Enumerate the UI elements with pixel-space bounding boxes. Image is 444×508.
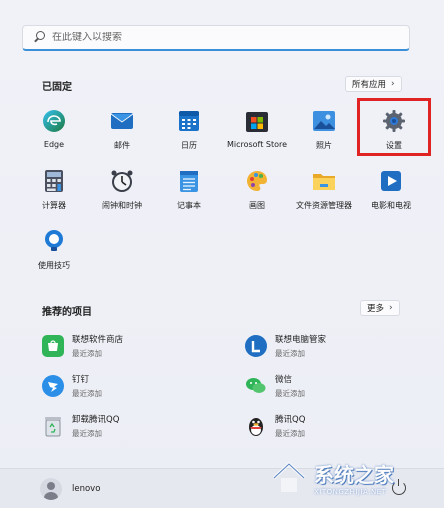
app-tips[interactable]: 使用技巧 (21, 222, 87, 276)
watermark-house-icon (272, 461, 306, 492)
watermark-url: XITONGZHIJIA.NET (314, 487, 387, 496)
recycle-bin-icon (42, 415, 64, 437)
app-label: 画图 (249, 201, 265, 210)
more-button[interactable]: 更多 › (360, 300, 400, 316)
item-name: 微信 (275, 375, 293, 385)
app-label: 日历 (181, 141, 197, 150)
item-subtitle: 最近添加 (275, 349, 305, 358)
recommended-item-dingtalk[interactable]: 钉钉 最近添加 (42, 372, 222, 400)
item-subtitle: 最近添加 (72, 349, 102, 358)
item-subtitle: 最近添加 (72, 429, 102, 438)
search-icon (33, 31, 46, 44)
app-edge[interactable]: Edge (21, 102, 87, 156)
app-calculator[interactable]: 计算器 (21, 162, 87, 216)
file-explorer-icon (311, 168, 337, 194)
recommended-item-lenovo-store[interactable]: 联想软件商店 最近添加 (42, 332, 222, 360)
recommended-item-wechat[interactable]: 微信 最近添加 (245, 372, 425, 400)
lenovo-store-icon (42, 335, 64, 357)
watermark-title: 系统之家 (314, 462, 394, 487)
settings-highlight-box (357, 98, 431, 156)
item-subtitle: 最近添加 (72, 389, 102, 398)
chevron-right-icon: › (389, 303, 393, 313)
qq-penguin-icon (245, 415, 267, 437)
app-label: 电影和电视 (371, 201, 411, 210)
app-file-explorer[interactable]: 文件资源管理器 (291, 162, 357, 216)
recommended-item-uninstall-qq[interactable]: 卸载腾讯QQ 最近添加 (42, 412, 222, 440)
dingtalk-icon (42, 375, 64, 397)
chevron-right-icon: › (391, 79, 395, 89)
item-name: 钉钉 (72, 375, 90, 385)
app-label: 照片 (316, 141, 332, 150)
wechat-icon (245, 375, 267, 397)
paint-icon (244, 168, 270, 194)
mail-icon (109, 108, 135, 134)
app-label: Edge (43, 140, 65, 149)
calendar-icon (176, 108, 202, 134)
app-notepad[interactable]: 记事本 (156, 162, 222, 216)
search-box[interactable] (22, 25, 410, 51)
app-label: 邮件 (114, 141, 130, 150)
photos-icon (311, 108, 337, 134)
start-menu: 已固定 所有应用 › Edge 邮件 日历 Microsoft Store 照片 (0, 0, 444, 508)
recommended-item-qq[interactable]: 腾讯QQ 最近添加 (245, 412, 425, 440)
item-name: 联想软件商店 (72, 335, 124, 345)
app-label: 闹钟和时钟 (102, 201, 142, 210)
notepad-icon (176, 168, 202, 194)
pinned-title: 已固定 (42, 82, 72, 93)
all-apps-label: 所有应用 (352, 80, 387, 90)
app-label: 使用技巧 (38, 261, 70, 270)
item-subtitle: 最近添加 (275, 389, 305, 398)
more-label: 更多 (367, 304, 385, 314)
recommended-item-lenovo-manager[interactable]: 联想电脑管家 最近添加 (245, 332, 425, 360)
search-input[interactable] (52, 32, 392, 43)
app-photos[interactable]: 照片 (291, 102, 357, 156)
app-label: Microsoft Store (226, 140, 288, 149)
app-alarms-clock[interactable]: 闹钟和时钟 (89, 162, 155, 216)
movies-tv-icon (378, 168, 404, 194)
calculator-icon (41, 168, 67, 194)
app-mail[interactable]: 邮件 (89, 102, 155, 156)
app-movies-tv[interactable]: 电影和电视 (358, 162, 424, 216)
item-subtitle: 最近添加 (275, 429, 305, 438)
recommended-title: 推荐的项目 (42, 307, 92, 318)
app-label: 记事本 (177, 201, 201, 210)
edge-icon (41, 108, 67, 134)
item-name: 联想电脑管家 (275, 335, 327, 345)
all-apps-button[interactable]: 所有应用 › (345, 76, 402, 92)
user-name: lenovo (72, 484, 101, 494)
avatar (40, 478, 62, 500)
tips-icon (41, 228, 67, 254)
watermark-logo: 系统之家 XITONGZHIJIA.NET (270, 448, 442, 506)
store-icon (244, 108, 270, 134)
app-microsoft-store[interactable]: Microsoft Store (224, 102, 290, 156)
alarm-clock-icon (109, 168, 135, 194)
app-paint[interactable]: 画图 (224, 162, 290, 216)
app-calendar[interactable]: 日历 (156, 102, 222, 156)
app-label: 文件资源管理器 (296, 201, 352, 210)
app-label: 计算器 (42, 201, 66, 210)
item-name: 腾讯QQ (275, 415, 306, 425)
item-name: 卸载腾讯QQ (72, 415, 120, 425)
user-account-button[interactable]: lenovo (40, 478, 100, 500)
lenovo-manager-icon (245, 335, 267, 357)
